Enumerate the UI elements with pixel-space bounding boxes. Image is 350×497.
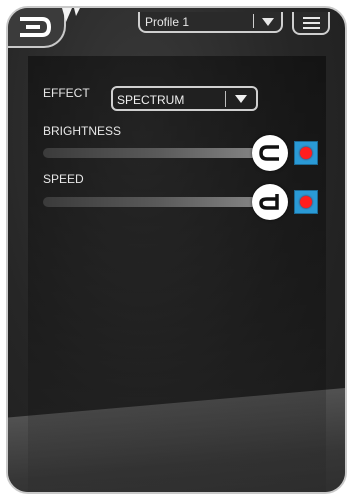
speed-color-swatch[interactable]: [294, 190, 318, 214]
profile-select[interactable]: Profile 1: [138, 12, 283, 33]
select-divider: [225, 91, 226, 107]
chevron-down-icon: [235, 95, 247, 103]
d-letter-icon: [259, 194, 279, 210]
app-window: Profile 1 EFFECT SPECTRUM BRIGHTNESS SPE…: [6, 6, 347, 494]
select-divider: [253, 14, 254, 28]
brightness-color-swatch[interactable]: [294, 141, 318, 165]
effect-select-value: SPECTRUM: [117, 93, 185, 107]
hamburger-menu-icon: [303, 27, 320, 29]
profile-select-value: Profile 1: [145, 15, 190, 29]
speed-label: SPEED: [43, 172, 84, 186]
red-dot-icon: [300, 147, 312, 159]
brand-logo-icon: [20, 17, 52, 37]
hamburger-menu-icon: [303, 22, 320, 24]
effect-select[interactable]: SPECTRUM: [111, 86, 258, 111]
c-letter-icon: [259, 145, 279, 161]
chevron-down-icon: [262, 18, 274, 26]
hamburger-menu-icon: [303, 17, 320, 19]
red-dot-icon: [300, 196, 312, 208]
content-panel: [28, 56, 326, 492]
speed-slider-knob[interactable]: [252, 184, 288, 220]
brightness-label: BRIGHTNESS: [43, 124, 122, 138]
speed-slider-track[interactable]: [43, 197, 273, 207]
logo-mark-icon: [62, 8, 80, 22]
brand-logo: [8, 8, 66, 48]
brightness-slider-knob[interactable]: [252, 135, 288, 171]
menu-button[interactable]: [292, 12, 330, 35]
brightness-slider-track[interactable]: [43, 148, 273, 158]
effect-label: EFFECT: [43, 86, 90, 100]
